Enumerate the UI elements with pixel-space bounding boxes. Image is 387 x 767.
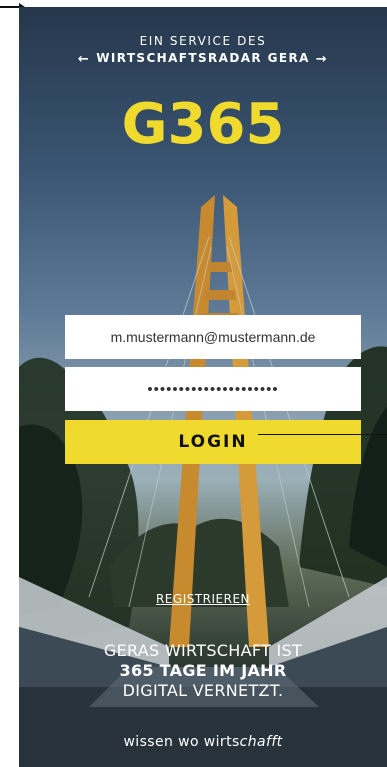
slogan-suffix: chafft [239,734,283,750]
slogan-prefix: wissen wo wirts [123,734,240,750]
arrow-right-icon: → [315,52,329,67]
password-field[interactable]: ••••••••••••••••••••• [65,367,361,411]
tagline-line-2: 365 TAGE IM JAHR [119,661,287,680]
annotation-arrow [0,3,25,11]
tagline-line-3: DIGITAL VERNETZT. [122,681,284,700]
company-label: ← WIRTSCHAFTSRADAR GERA → [19,51,387,67]
annotation-line [258,434,387,435]
company-name: WIRTSCHAFTSRADAR GERA [96,51,310,65]
app-screen: EIN SERVICE DES ← WIRTSCHAFTSRADAR GERA → … [19,7,387,767]
login-button[interactable]: LOGIN [65,420,361,464]
tagline-line-1: GERAS WIRTSCHAFT IST [103,641,303,660]
app-logo: G365 [121,92,285,157]
email-field[interactable] [65,315,361,359]
service-label: EIN SERVICE DES [139,34,267,48]
arrow-left-icon: ← [77,52,91,67]
slogan: wissen wo wirtschafft [19,734,387,750]
register-link[interactable]: REGISTRIEREN [19,592,387,606]
